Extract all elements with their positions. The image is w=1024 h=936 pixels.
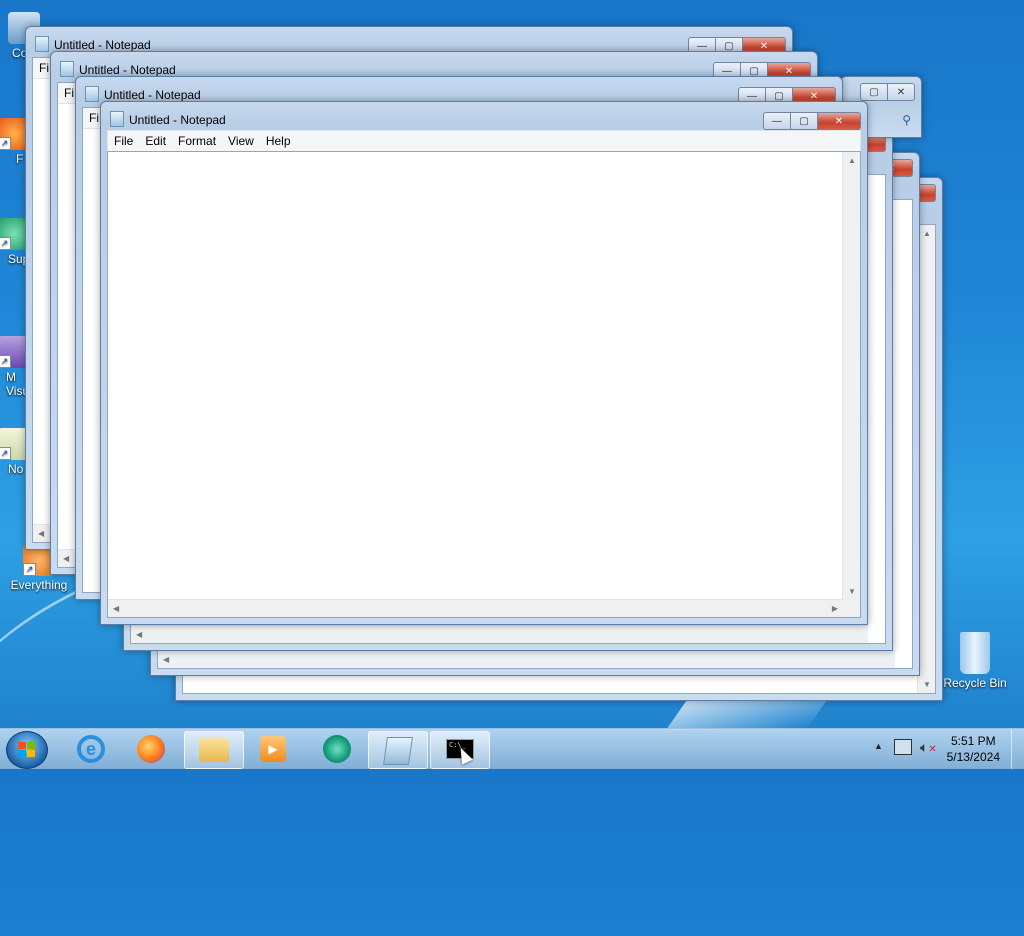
show-hidden-icons-icon[interactable]: ▲ <box>874 741 883 751</box>
window-title: Untitled - Notepad <box>129 113 226 127</box>
shortcut-arrow-icon: ↗ <box>0 355 11 368</box>
notepad-icon <box>60 61 74 77</box>
search-icon[interactable]: ⚲ <box>902 113 911 127</box>
taskbar-media-player[interactable]: ▶ <box>244 731 302 767</box>
caption-buttons: ▢ ✕ <box>860 83 915 101</box>
taskbar: e ▶ C:\_ ▲ 🔈︎✕ 5:51 PM 5/13/2024 <box>0 728 1024 769</box>
menu-file[interactable]: File <box>108 131 139 151</box>
resize-grip[interactable] <box>843 600 860 617</box>
menu-format[interactable]: Format <box>172 131 222 151</box>
maximize-button[interactable]: ▢ <box>860 83 888 101</box>
menu-bar: File Edit Format View Help <box>107 130 861 152</box>
title-bar[interactable]: Untitled - Notepad — ▢ ✕ <box>101 102 867 132</box>
desktop-icon-label: Everything <box>10 578 68 592</box>
scroll-left-icon[interactable]: ◀ <box>38 529 44 538</box>
notepad-icon <box>110 111 124 127</box>
notepad-window-active[interactable]: Untitled - Notepad — ▢ ✕ File Edit Forma… <box>100 101 868 625</box>
vertical-scrollbar[interactable]: ▲ ▼ <box>842 152 860 600</box>
scroll-left-icon[interactable]: ◀ <box>63 554 69 563</box>
horizontal-scrollbar[interactable]: ◀ <box>131 625 868 643</box>
minimize-button[interactable]: — <box>763 112 791 130</box>
media-player-icon: ▶ <box>260 736 286 762</box>
scroll-right-icon[interactable]: ▶ <box>832 604 838 613</box>
window-title: Untitled - Notepad <box>54 38 151 52</box>
close-button-inactive[interactable]: ✕ <box>888 83 915 101</box>
window-title: Untitled - Notepad <box>79 63 176 77</box>
clock-date: 5/13/2024 <box>946 750 1000 764</box>
network-icon[interactable] <box>894 739 912 755</box>
notepad-icon <box>35 36 49 52</box>
shortcut-arrow-icon: ↗ <box>0 237 11 250</box>
horizontal-scrollbar[interactable]: ◀ ▶ <box>108 599 843 617</box>
close-button[interactable]: ✕ <box>818 112 861 130</box>
shortcut-arrow-icon: ↗ <box>0 447 11 460</box>
clock-time: 5:51 PM <box>950 734 996 748</box>
sync-app-icon <box>323 735 351 763</box>
taskbar-notepad[interactable] <box>368 731 428 769</box>
menu-edit[interactable]: Edit <box>139 131 172 151</box>
recycle-bin-icon <box>960 632 990 674</box>
scroll-left-icon[interactable]: ◀ <box>163 655 169 664</box>
desktop-icon-recycle-bin[interactable]: Recycle Bin <box>938 632 1012 690</box>
maximize-button[interactable]: ▢ <box>791 112 818 130</box>
desktop-icon-label: Recycle Bin <box>943 676 1007 690</box>
taskbar-sync-app[interactable] <box>308 731 366 767</box>
windows-logo-icon <box>18 742 35 757</box>
text-area[interactable]: ▲ ▼ ◀ ▶ <box>107 151 861 618</box>
volume-muted-icon[interactable]: 🔈︎✕ <box>920 739 937 756</box>
firefox-icon <box>137 735 165 763</box>
caption-buttons: — ▢ ✕ <box>763 112 861 130</box>
clock[interactable]: 5:51 PM 5/13/2024 <box>947 733 1000 765</box>
notepad-icon <box>383 737 413 765</box>
folder-icon <box>199 738 229 762</box>
scroll-up-icon[interactable]: ▲ <box>848 156 856 165</box>
taskbar-firefox[interactable] <box>122 731 180 767</box>
menu-help[interactable]: Help <box>260 131 297 151</box>
show-desktop-button[interactable] <box>1011 729 1024 769</box>
scroll-down-icon[interactable]: ▼ <box>923 680 931 689</box>
scroll-left-icon[interactable]: ◀ <box>136 630 142 639</box>
taskbar-file-explorer[interactable] <box>184 731 244 769</box>
taskbar-internet-explorer[interactable]: e <box>62 731 120 767</box>
start-button[interactable] <box>6 731 48 769</box>
shortcut-arrow-icon: ↗ <box>23 563 36 576</box>
scroll-left-icon[interactable]: ◀ <box>113 604 119 613</box>
system-tray: ▲ 🔈︎✕ 5:51 PM 5/13/2024 <box>864 729 1024 769</box>
scroll-down-icon[interactable]: ▼ <box>848 587 856 596</box>
internet-explorer-icon: e <box>77 735 105 763</box>
menu-view[interactable]: View <box>222 131 260 151</box>
horizontal-scrollbar[interactable]: ◀ <box>158 650 895 668</box>
shortcut-arrow-icon: ↗ <box>0 137 11 150</box>
scroll-up-icon[interactable]: ▲ <box>923 229 931 238</box>
window-title: Untitled - Notepad <box>104 88 201 102</box>
notepad-icon <box>85 86 99 102</box>
